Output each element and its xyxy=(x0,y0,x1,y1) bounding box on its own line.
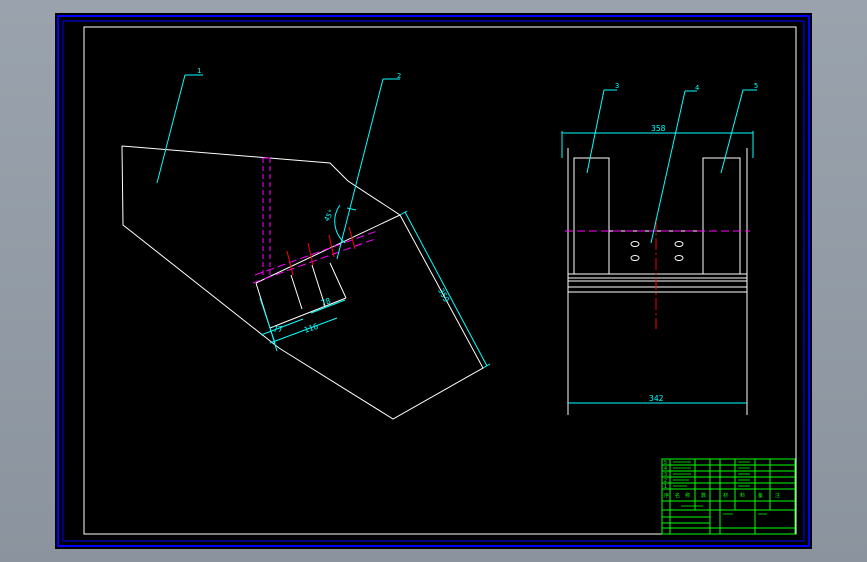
cad-drawing: 77 116 78 359 45° 1 2 358 342 3 4 5 5 4 … xyxy=(57,15,810,547)
dim-bottom-width: 342 xyxy=(649,394,664,403)
part-balloon-4: 4 xyxy=(695,84,699,92)
parts-header-1: 序 xyxy=(664,492,669,499)
dim-length-a: 77 xyxy=(273,325,283,334)
parts-header-2: 名 xyxy=(675,492,680,499)
part-balloon-5: 5 xyxy=(754,82,758,90)
left-view: 77 116 78 359 45° 1 2 xyxy=(121,67,491,420)
right-dimensions xyxy=(561,89,757,404)
cad-viewport[interactable]: 77 116 78 359 45° 1 2 358 342 3 4 5 5 4 … xyxy=(55,13,812,549)
part-balloon-3: 3 xyxy=(615,82,619,90)
dim-angle: 45° xyxy=(323,208,336,223)
left-dimensions xyxy=(156,74,491,369)
parts-header-6: 料 xyxy=(740,492,745,499)
parts-header-5: 材 xyxy=(723,492,728,499)
left-view-outline xyxy=(121,145,484,420)
parts-header-7: 备 xyxy=(758,492,763,499)
parts-list-no-5: 1 xyxy=(664,484,667,490)
parts-header-4: 数 xyxy=(701,492,706,499)
dim-top-width: 358 xyxy=(651,124,666,133)
parts-header-3: 称 xyxy=(685,492,690,499)
parts-header-8: 注 xyxy=(775,492,780,499)
right-view: 358 342 3 4 5 xyxy=(561,82,758,415)
dim-length-b: 116 xyxy=(303,322,320,335)
part-balloon-1: 1 xyxy=(197,67,201,75)
part-balloon-2: 2 xyxy=(397,72,401,80)
dim-length-d: 359 xyxy=(436,287,451,304)
